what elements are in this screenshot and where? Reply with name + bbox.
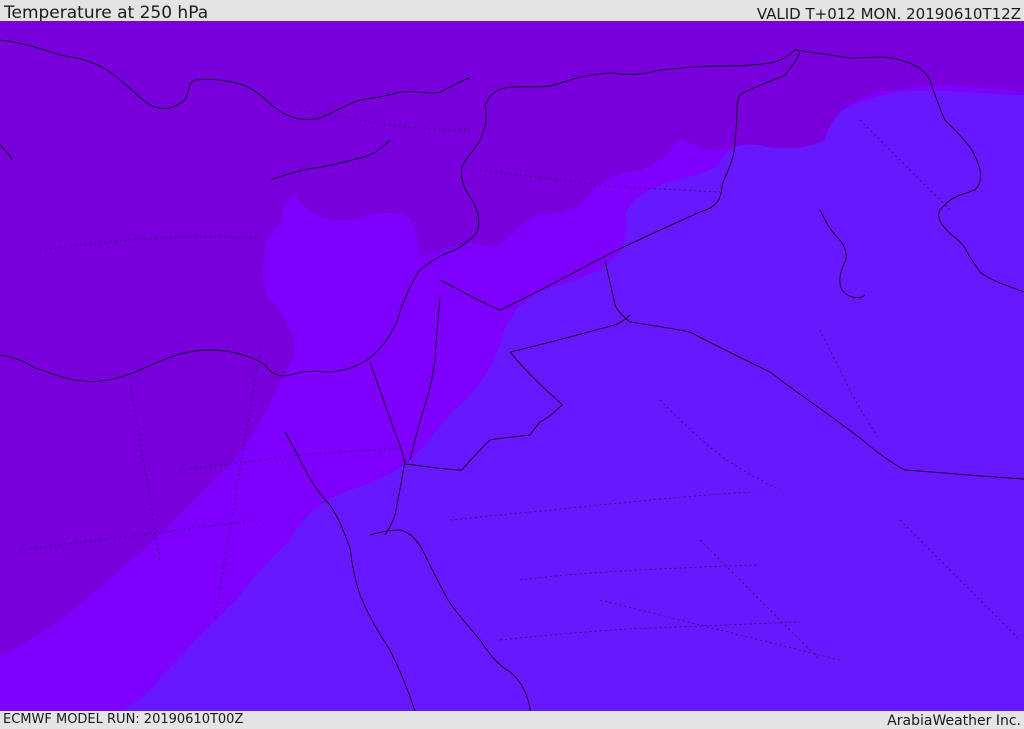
footer-bar: ECMWF MODEL RUN: 20190610T00Z ArabiaWeat… [0,711,1024,729]
model-run-label: ECMWF MODEL RUN: 20190610T00Z [3,712,244,727]
temperature-map [0,21,1024,711]
header-bar: Temperature at 250 hPa VALID T+012 MON. … [0,0,1024,23]
credit-label: ArabiaWeather Inc. [887,713,1021,729]
weather-map-page: Temperature at 250 hPa VALID T+012 MON. … [0,0,1024,729]
